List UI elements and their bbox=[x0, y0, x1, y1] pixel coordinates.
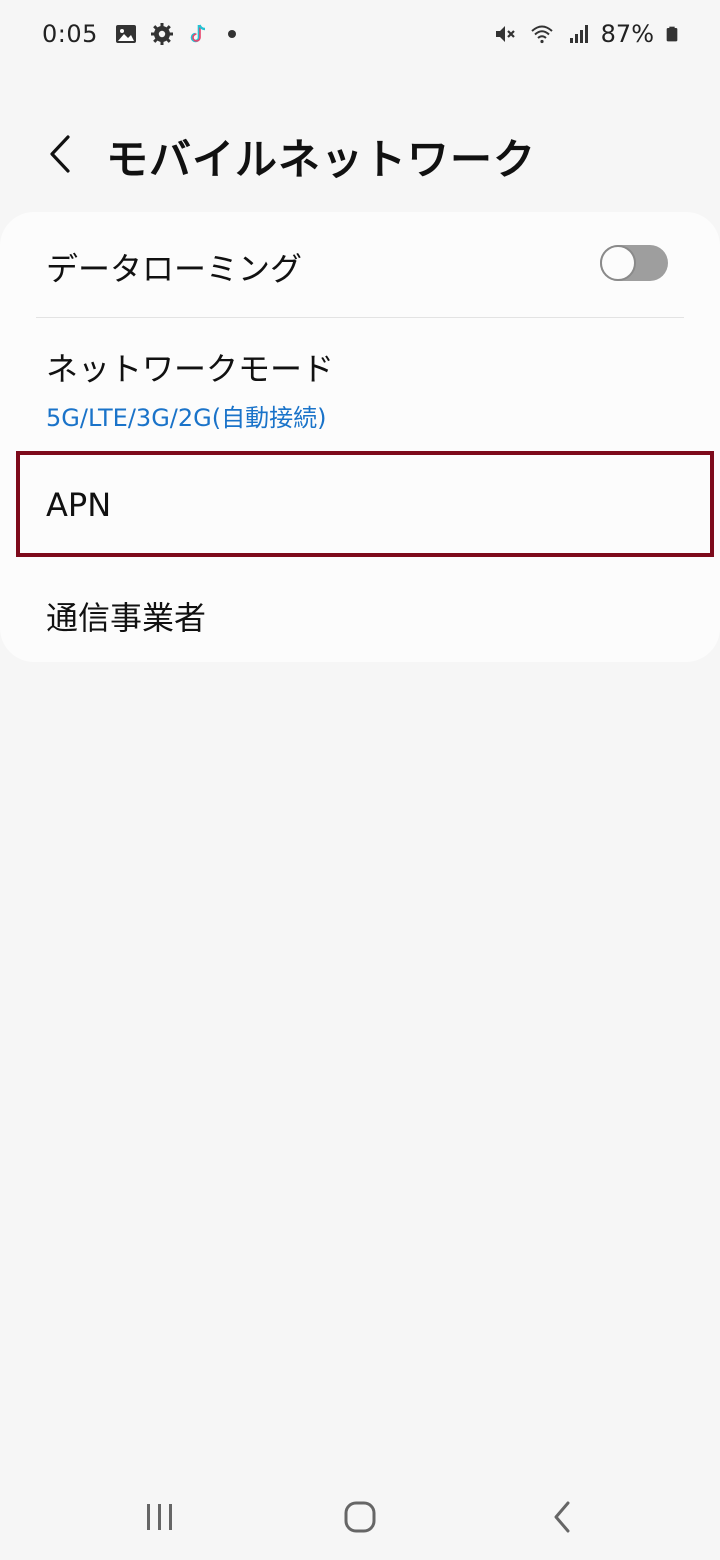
status-bar: 0:05 87% bbox=[0, 0, 720, 70]
recents-button[interactable] bbox=[130, 1492, 190, 1542]
battery-icon bbox=[666, 26, 678, 42]
status-bar-left: 0:05 bbox=[42, 20, 236, 48]
settings-gear-icon bbox=[150, 23, 173, 45]
chevron-left-icon bbox=[50, 135, 70, 173]
apn-highlight-box bbox=[16, 451, 714, 557]
network-mode-label: ネットワークモード bbox=[46, 350, 335, 388]
home-icon bbox=[344, 1501, 376, 1533]
network-mode-row[interactable]: ネットワークモード 5G/LTE/3G/2G(自動接続) bbox=[0, 318, 720, 448]
network-mode-value: 5G/LTE/3G/2G(自動接続) bbox=[46, 404, 327, 432]
nav-back-button[interactable] bbox=[532, 1492, 592, 1542]
gallery-icon bbox=[115, 25, 136, 43]
carrier-label: 通信事業者 bbox=[46, 599, 207, 637]
navigation-bar bbox=[0, 1470, 720, 1560]
battery-percent: 87% bbox=[600, 20, 654, 48]
status-bar-right: 87% bbox=[493, 20, 680, 48]
back-icon bbox=[554, 1501, 570, 1533]
signal-icon bbox=[569, 25, 588, 43]
toggle-knob bbox=[600, 245, 636, 281]
data-roaming-label: データローミング bbox=[46, 250, 303, 288]
data-roaming-toggle[interactable] bbox=[600, 245, 668, 281]
mute-icon bbox=[495, 26, 515, 42]
data-roaming-row[interactable]: データローミング bbox=[0, 212, 720, 316]
carrier-row[interactable]: 通信事業者 bbox=[0, 557, 720, 662]
recents-icon bbox=[147, 1504, 172, 1530]
back-button[interactable] bbox=[36, 130, 84, 178]
page-title: モバイルネットワーク bbox=[106, 135, 537, 184]
home-button[interactable] bbox=[330, 1492, 390, 1542]
status-time: 0:05 bbox=[42, 20, 98, 48]
tiktok-icon bbox=[190, 24, 205, 43]
page-header: モバイルネットワーク bbox=[0, 100, 720, 210]
notification-dot bbox=[227, 30, 236, 38]
wifi-icon bbox=[530, 25, 553, 44]
settings-card: データローミング ネットワークモード 5G/LTE/3G/2G(自動接続) AP… bbox=[0, 212, 720, 662]
